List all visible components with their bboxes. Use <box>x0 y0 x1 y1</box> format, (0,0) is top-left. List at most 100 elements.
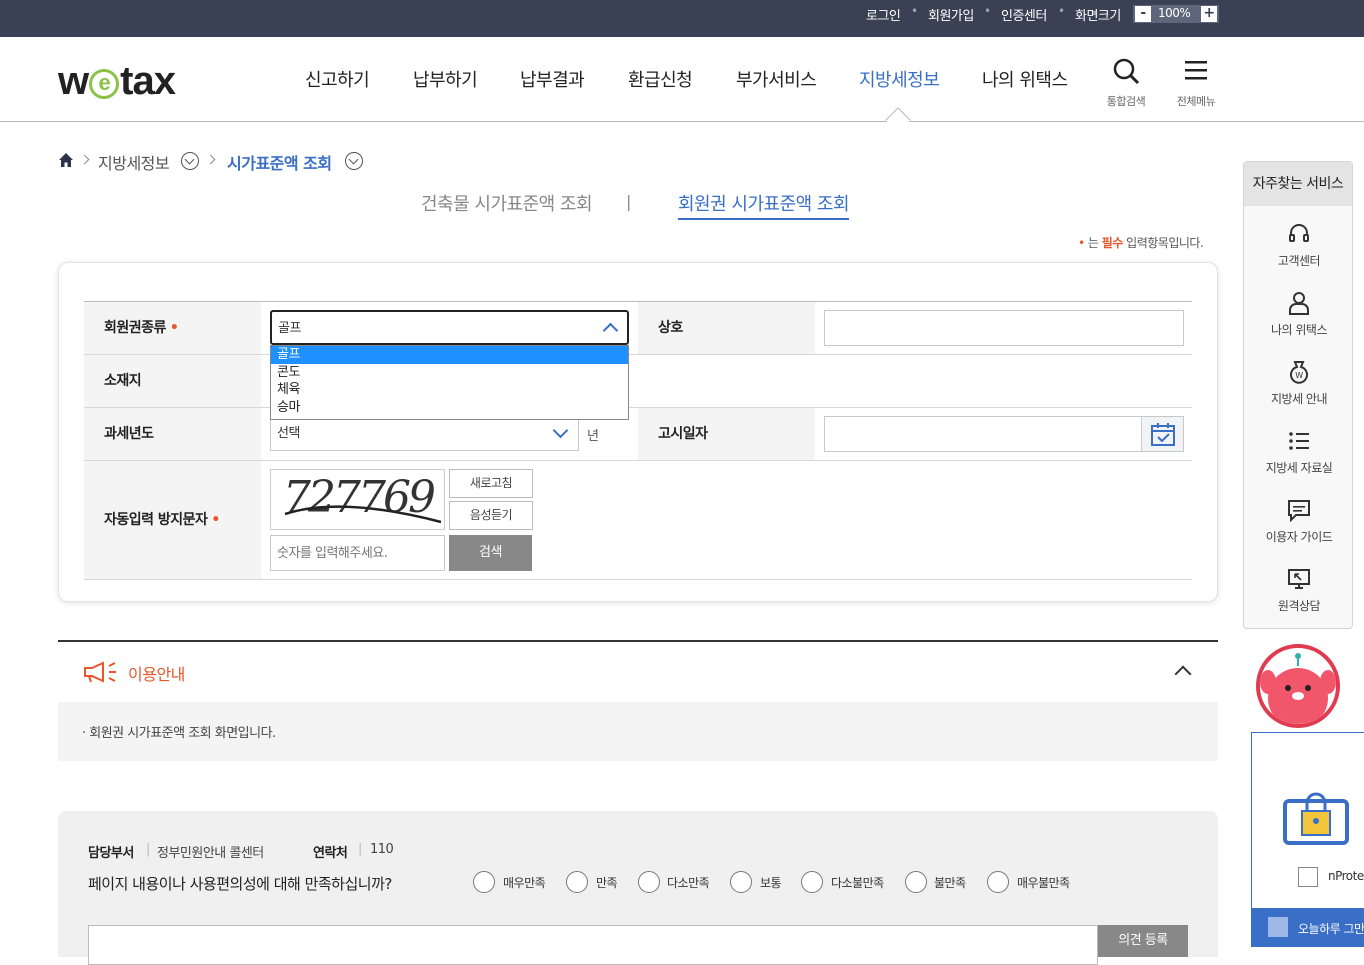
tax-year-label-text: 과세년도 <box>104 426 154 442</box>
radio-label: 불만족 <box>934 876 966 890</box>
zoom-control: - 100% + <box>1133 5 1219 23</box>
option-horse-riding[interactable]: 승마 <box>271 399 628 417</box>
quick-item-label: 고객센터 <box>1277 254 1321 268</box>
search-icon <box>1113 58 1140 85</box>
radio-neutral[interactable] <box>730 871 752 893</box>
nav-refund[interactable]: 환급신청 <box>628 66 693 92</box>
membership-type-selected: 골프 <box>278 321 301 336</box>
popup-checkbox[interactable] <box>1268 917 1288 937</box>
captcha-label: 자동입력 방지문자 • <box>84 461 261 579</box>
breadcrumb-level1[interactable]: 지방세정보 <box>98 150 170 174</box>
guide-text: · 회원권 시가표준액 조회 화면입니다. <box>82 726 276 741</box>
tab-membership-price[interactable]: 회원권 시가표준액 조회 <box>678 190 850 220</box>
radio-label: 다소불만족 <box>831 876 884 890</box>
chevron-down-icon[interactable] <box>181 152 199 170</box>
quick-item-label: 나의 위택스 <box>1270 323 1328 337</box>
login-link[interactable]: 로그인 <box>866 5 901 24</box>
captcha-input[interactable] <box>270 535 445 571</box>
option-condo[interactable]: 콘도 <box>271 364 628 382</box>
svg-text:W: W <box>1295 371 1303 380</box>
field-divider: | <box>146 842 150 857</box>
option-sports[interactable]: 체육 <box>271 381 628 399</box>
nav-payment[interactable]: 납부하기 <box>413 66 478 92</box>
company-label-text: 상호 <box>658 320 683 336</box>
company-input[interactable] <box>824 310 1184 346</box>
breadcrumb-level2[interactable]: 시가표준액 조회 <box>227 150 332 174</box>
quick-local-tax-library[interactable]: 지방세 자료실 <box>1244 429 1354 476</box>
option-golf[interactable]: 골프 <box>271 346 628 364</box>
field-divider: | <box>358 842 362 857</box>
collapse-chevron-icon[interactable] <box>1174 665 1192 683</box>
zoom-out-button[interactable]: - <box>1135 6 1151 22</box>
active-nav-indicator <box>885 107 911 133</box>
membership-type-select[interactable]: 골프 <box>270 310 629 345</box>
chevron-up-icon <box>602 322 619 339</box>
tab-divider: | <box>626 192 631 211</box>
radio-label: 다소만족 <box>667 876 710 890</box>
required-word: 필수 <box>1101 236 1124 250</box>
chatbot-mascot[interactable] <box>1256 644 1340 728</box>
tax-year-select[interactable]: 선택 <box>270 416 579 451</box>
hamburger-icon <box>1185 61 1207 80</box>
location-label-text: 소재지 <box>104 373 142 389</box>
opinion-textarea[interactable] <box>88 925 1098 965</box>
quick-user-guide[interactable]: 이용자 가이드 <box>1244 498 1354 545</box>
nav-report[interactable]: 신고하기 <box>305 66 370 92</box>
captcha-noise-line <box>284 505 442 524</box>
search-submit-button[interactable]: 검색 <box>449 535 532 571</box>
chevron-down-icon[interactable] <box>345 152 363 170</box>
tax-year-label: 과세년도 <box>84 408 261 460</box>
contact-label: 연락처 <box>313 846 348 861</box>
tab-building-price[interactable]: 건축물 시가표준액 조회 <box>421 190 593 216</box>
radio-dissatisfied[interactable] <box>905 871 927 893</box>
cert-center-link[interactable]: 인증센터 <box>1001 5 1047 24</box>
home-icon[interactable] <box>58 152 74 168</box>
wetax-logo[interactable]: w e tax <box>58 59 176 104</box>
submit-opinion-button[interactable]: 의견 등록 <box>1098 925 1188 957</box>
quick-item-label: 지방세 자료실 <box>1265 461 1333 475</box>
quick-remote-consult[interactable]: 원격상담 <box>1244 567 1354 614</box>
quick-item-label: 이용자 가이드 <box>1265 530 1333 544</box>
required-note-post: 입력항목입니다. <box>1122 236 1204 250</box>
calendar-button[interactable] <box>1141 417 1183 451</box>
calendar-icon <box>1151 423 1175 446</box>
row-divider <box>84 579 1192 580</box>
quick-item-label: 원격상담 <box>1277 599 1321 613</box>
zoom-value: 100% <box>1158 6 1191 20</box>
quick-local-tax-guide[interactable]: W 지방세 안내 <box>1244 360 1354 407</box>
nav-extra-services[interactable]: 부가서비스 <box>736 66 817 92</box>
required-note-pre: 는 <box>1087 236 1102 250</box>
refresh-captcha-button[interactable]: 새로고침 <box>449 469 533 498</box>
radio-satisfied[interactable] <box>566 871 588 893</box>
radio-somewhat-dissatisfied[interactable] <box>801 871 823 893</box>
quick-customer-center[interactable]: 고객센터 <box>1244 222 1354 269</box>
logo-e-circle: e <box>89 69 120 99</box>
quick-menu: 자주찾는 서비스 고객센터 나의 위택스 W 지방세 안내 지방세 자료실 이용… <box>1243 161 1353 629</box>
all-menu-button[interactable]: 전체메뉴 <box>1168 57 1224 109</box>
audio-captcha-button[interactable]: 음성듣기 <box>449 501 533 530</box>
nav-payment-result[interactable]: 납부결과 <box>520 66 585 92</box>
separator-dot: • <box>911 4 918 18</box>
nprotect-checkbox[interactable] <box>1298 867 1318 887</box>
nav-my-wetax[interactable]: 나의 위택스 <box>982 66 1068 92</box>
radio-very-satisfied[interactable] <box>473 871 495 893</box>
search-button[interactable]: 통합검색 <box>1098 57 1154 109</box>
survey-question: 페이지 내용이나 사용편의성에 대해 만족하십니까? <box>88 875 392 893</box>
required-mark: • <box>169 320 179 336</box>
guide-title: 이용안내 <box>128 665 185 684</box>
chat-icon <box>1288 500 1310 522</box>
nav-local-tax-info[interactable]: 지방세정보 <box>859 66 940 92</box>
notice-date-input[interactable] <box>824 416 1184 452</box>
join-link[interactable]: 회원가입 <box>928 5 974 24</box>
radio-very-dissatisfied[interactable] <box>987 871 1009 893</box>
site-header: w e tax 신고하기 납부하기 납부결과 환급신청 부가서비스 지방세정보 나의… <box>0 37 1364 133</box>
megaphone-icon <box>84 661 116 683</box>
quick-my-wetax[interactable]: 나의 위택스 <box>1244 291 1354 338</box>
notice-date-label-text: 고시일자 <box>658 426 708 442</box>
search-caption: 통합검색 <box>1106 95 1146 108</box>
list-icon <box>1289 432 1309 450</box>
radio-somewhat-satisfied[interactable] <box>638 871 660 893</box>
zoom-in-button[interactable]: + <box>1201 6 1217 22</box>
popup-bottom-bar[interactable]: 오늘하루 그만 <box>1252 908 1364 946</box>
radio-label: 매우만족 <box>503 876 546 890</box>
